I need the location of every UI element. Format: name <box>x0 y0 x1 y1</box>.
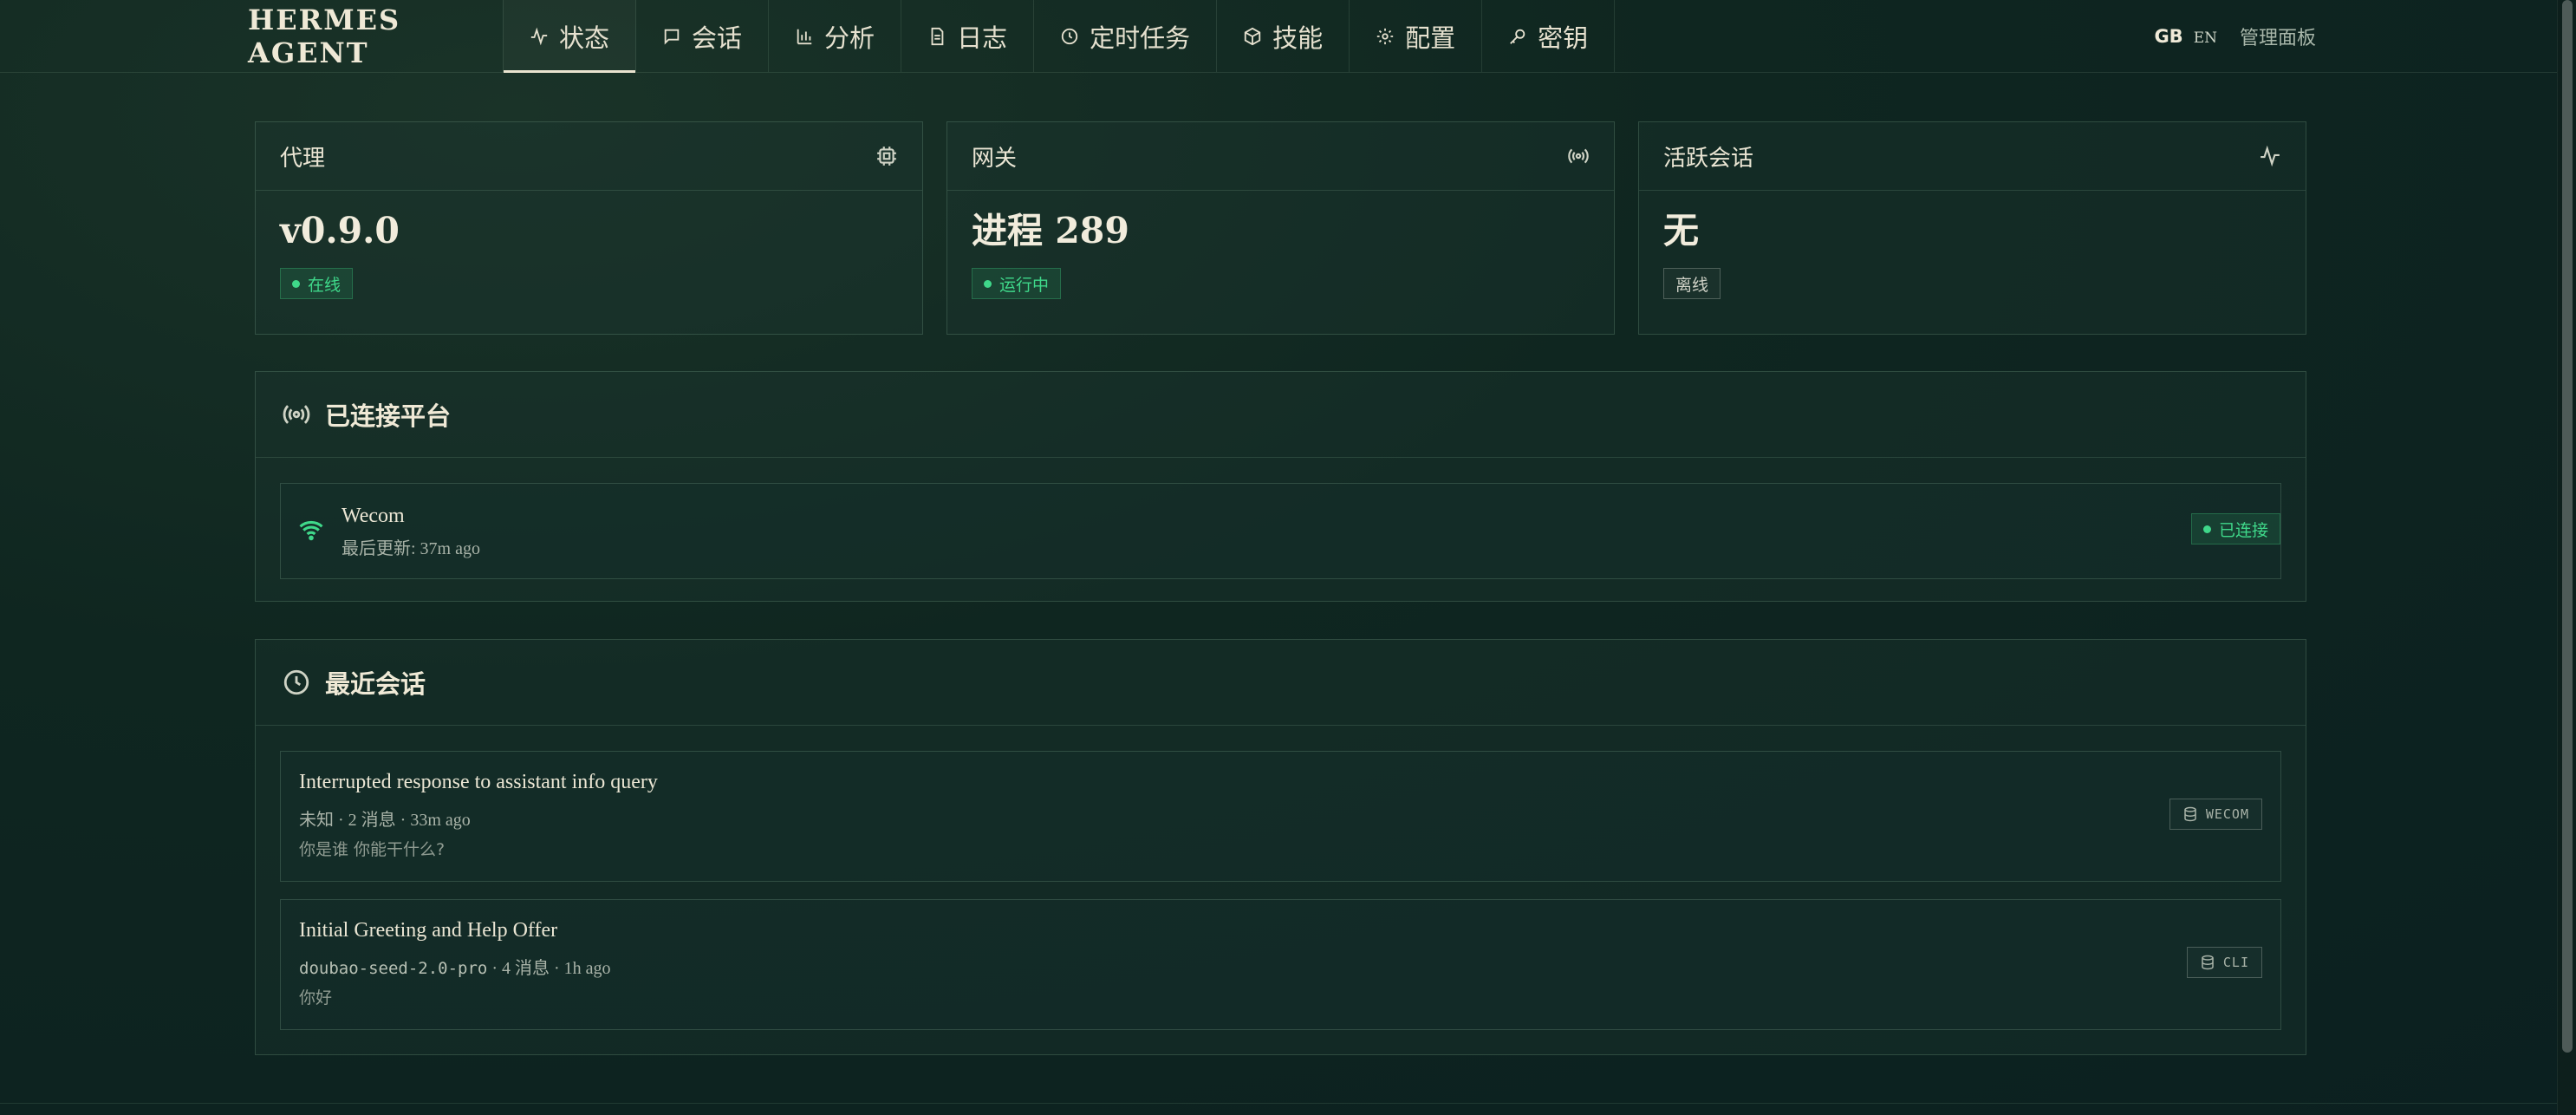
section-title: 最近会话 <box>325 669 426 699</box>
radio-icon <box>283 405 310 424</box>
tab-logs[interactable]: 日志 <box>901 0 1035 72</box>
tab-config-label: 配置 <box>1405 23 1456 53</box>
agent-card-title: 代理 <box>280 145 326 172</box>
platform-status-label: 已连接 <box>2218 520 2268 540</box>
section-title: 已连接平台 <box>325 401 452 431</box>
agent-version: v0.9.0 <box>280 210 400 251</box>
language-switcher[interactable]: GB EN <box>2154 26 2217 47</box>
main-nav: 状态 会话 分析 日志 定时任务 技能 配置 密钥 <box>503 0 1616 73</box>
session-preview: 你是谁 你能干什么? <box>299 840 446 859</box>
tab-sessions-label: 会话 <box>692 23 743 53</box>
gateway-card: 网关 进程 289 运行中 <box>946 121 1615 335</box>
gateway-process: 进程 289 <box>972 210 1129 251</box>
session-source-badge: WECOM <box>2169 799 2262 830</box>
tab-config[interactable]: 配置 <box>1350 0 1483 72</box>
connected-platforms-section: 已连接平台 Wecom 最后更新: 37m ago 已连接 <box>255 371 2306 602</box>
session-source-label: CLI <box>2222 955 2249 970</box>
clock-icon <box>283 669 309 695</box>
top-right-controls: GB EN 管理面板 <box>2154 0 2316 73</box>
session-meta-detail: · 2 消息 · 33m ago <box>338 811 471 830</box>
bar-chart-icon <box>797 29 812 44</box>
session-meta: 未知 · 2 消息 · 33m ago <box>299 805 471 831</box>
lang-gb[interactable]: GB <box>2154 26 2182 47</box>
session-source-badge: CLI <box>2186 947 2262 978</box>
key-icon <box>1510 29 1525 44</box>
sessions-status-label: 离线 <box>1675 275 1709 295</box>
active-sessions-value: 无 <box>1663 210 1699 251</box>
top-navigation-bar: HERMES AGENT 状态 会话 分析 日志 定时任务 技能 配置 密钥 G… <box>0 0 2557 73</box>
gateway-card-title: 网关 <box>972 145 1018 172</box>
session-title: Interrupted response to assistant info q… <box>299 771 658 793</box>
platform-status-badge: 已连接 <box>2190 513 2280 544</box>
session-row[interactable]: Interrupted response to assistant info q… <box>280 751 2281 882</box>
tab-keys[interactable]: 密钥 <box>1482 0 1616 72</box>
platform-name: Wecom <box>342 505 405 527</box>
status-dot <box>2202 525 2211 533</box>
tab-keys-label: 密钥 <box>1538 23 1589 53</box>
document-icon <box>931 27 944 45</box>
agent-status-label: 在线 <box>308 275 342 295</box>
sessions-status-badge: 离线 <box>1663 268 1721 299</box>
agent-card: 代理 v0.9.0 在线 <box>255 121 923 335</box>
tab-skills[interactable]: 技能 <box>1217 0 1350 72</box>
cpu-icon <box>877 147 896 166</box>
gear-icon <box>1376 28 1394 44</box>
footer-divider <box>0 1103 2557 1104</box>
platform-last-updated: 最后更新: 37m ago <box>342 539 480 558</box>
tab-logs-label: 日志 <box>957 23 1008 53</box>
tab-skills-label: 技能 <box>1272 23 1324 53</box>
tab-analytics[interactable]: 分析 <box>769 0 902 72</box>
gateway-status-badge: 运行中 <box>972 268 1062 299</box>
vertical-scrollbar[interactable] <box>2557 0 2576 1115</box>
scrollbar-thumb[interactable] <box>2562 0 2573 1053</box>
session-preview: 你好 <box>299 988 333 1007</box>
session-row[interactable]: Initial Greeting and Help Offer doubao-s… <box>280 899 2281 1030</box>
wifi-icon <box>299 520 323 541</box>
activity-icon <box>530 27 548 45</box>
session-source-label: WECOM <box>2205 806 2249 822</box>
active-sessions-card: 活跃会话 无 离线 <box>1638 121 2306 335</box>
database-icon <box>2202 955 2214 970</box>
radio-icon <box>1568 148 1589 164</box>
session-model: doubao-seed-2.0-pro <box>299 959 488 978</box>
brand-logo[interactable]: HERMES AGENT <box>0 0 503 72</box>
session-meta-detail: · 4 消息 · 1h ago <box>491 959 611 978</box>
activity-icon <box>2261 145 2280 167</box>
tab-analytics-label: 分析 <box>824 23 875 53</box>
session-title: Initial Greeting and Help Offer <box>299 919 558 942</box>
session-meta: doubao-seed-2.0-pro · 4 消息 · 1h ago <box>299 954 611 979</box>
tab-cron-label: 定时任务 <box>1090 23 1191 53</box>
status-dot <box>292 279 300 288</box>
clock-icon <box>1061 28 1078 44</box>
status-dot <box>984 279 992 288</box>
chat-bubble-icon <box>664 29 680 45</box>
active-sessions-title: 活跃会话 <box>1663 145 1754 172</box>
tab-status[interactable]: 状态 <box>503 0 637 73</box>
recent-sessions-section: 最近会话 Interrupted response to assistant i… <box>255 639 2306 1055</box>
database-icon <box>2184 806 2196 822</box>
tab-cron[interactable]: 定时任务 <box>1034 0 1218 72</box>
gateway-status-label: 运行中 <box>999 275 1050 295</box>
tab-sessions[interactable]: 会话 <box>636 0 770 72</box>
tab-status-label: 状态 <box>559 23 610 53</box>
package-icon <box>1244 27 1261 45</box>
admin-panel-link[interactable]: 管理面板 <box>2240 23 2316 50</box>
platform-row[interactable]: Wecom 最后更新: 37m ago 已连接 <box>280 483 2281 579</box>
lang-en[interactable]: EN <box>2194 29 2217 47</box>
agent-status-badge: 在线 <box>280 268 354 299</box>
session-model: 未知 <box>299 811 334 830</box>
